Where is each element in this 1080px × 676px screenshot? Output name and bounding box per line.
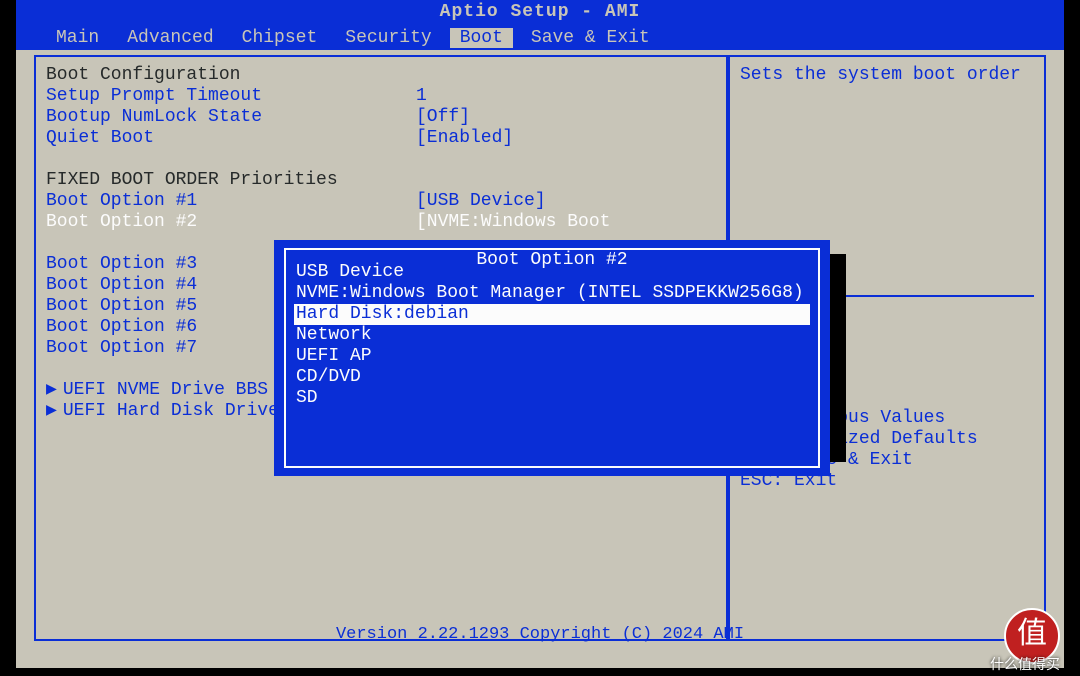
menu-boot[interactable]: Boot	[450, 28, 513, 48]
popup-item-cddvd[interactable]: CD/DVD	[294, 367, 810, 388]
arrow-icon: ▶	[46, 380, 57, 401]
menu-security[interactable]: Security	[335, 28, 441, 48]
numlock-label: Bootup NumLock State	[46, 107, 416, 128]
setup-prompt-label: Setup Prompt Timeout	[46, 86, 416, 107]
popup-items: USB Device NVME:Windows Boot Manager (IN…	[294, 262, 810, 409]
menu-save-exit[interactable]: Save & Exit	[521, 28, 660, 48]
sub1-label: UEFI NVME Drive BBS P	[63, 380, 290, 401]
bios-screen: Aptio Setup - AMI Main Advanced Chipset …	[16, 0, 1064, 668]
menu-chipset[interactable]: Chipset	[232, 28, 328, 48]
numlock-value: [Off]	[416, 107, 716, 128]
quiet-boot[interactable]: Quiet Boot [Enabled]	[46, 128, 716, 149]
menu-bar: Main Advanced Chipset Security Boot Save…	[16, 25, 1064, 50]
arrow-icon: ▶	[46, 401, 57, 422]
bootup-numlock[interactable]: Bootup NumLock State [Off]	[46, 107, 716, 128]
help-description: Sets the system boot order	[740, 65, 1034, 86]
watermark-text: 什么值得买	[990, 654, 1060, 674]
opt1-value: [USB Device]	[416, 191, 716, 212]
section-boot-config: Boot Configuration	[46, 65, 716, 86]
menu-advanced[interactable]: Advanced	[117, 28, 223, 48]
boot-option-2[interactable]: Boot Option #2 [NVME:Windows Boot	[46, 212, 716, 233]
popup-item-usb[interactable]: USB Device	[294, 262, 810, 283]
quiet-boot-label: Quiet Boot	[46, 128, 416, 149]
popup-item-harddisk[interactable]: Hard Disk:debian	[294, 304, 810, 325]
setup-prompt-value: 1	[416, 86, 716, 107]
section-fixed-boot-order: FIXED BOOT ORDER Priorities	[46, 170, 716, 191]
menu-main[interactable]: Main	[46, 28, 109, 48]
main-area: Boot Configuration Setup Prompt Timeout …	[16, 50, 1064, 646]
top-bar: Aptio Setup - AMI Main Advanced Chipset …	[16, 0, 1064, 50]
boot-option-1[interactable]: Boot Option #1 [USB Device]	[46, 191, 716, 212]
quiet-boot-value: [Enabled]	[416, 128, 716, 149]
popup-item-nvme[interactable]: NVME:Windows Boot Manager (INTEL SSDPEKK…	[294, 283, 810, 304]
boot-option-popup: Boot Option #2 USB Device NVME:Windows B…	[274, 240, 830, 476]
opt1-label: Boot Option #1	[46, 191, 416, 212]
popup-item-uefi-ap[interactable]: UEFI AP	[294, 346, 810, 367]
opt2-label: Boot Option #2	[46, 212, 416, 233]
popup-item-network[interactable]: Network	[294, 325, 810, 346]
opt2-value: [NVME:Windows Boot	[416, 212, 716, 233]
footer-version: Version 2.22.1293 Copyright (C) 2024 AMI	[16, 625, 1064, 644]
popup-item-sd[interactable]: SD	[294, 388, 810, 409]
bios-title: Aptio Setup - AMI	[16, 0, 1064, 25]
setup-prompt-timeout[interactable]: Setup Prompt Timeout 1	[46, 86, 716, 107]
